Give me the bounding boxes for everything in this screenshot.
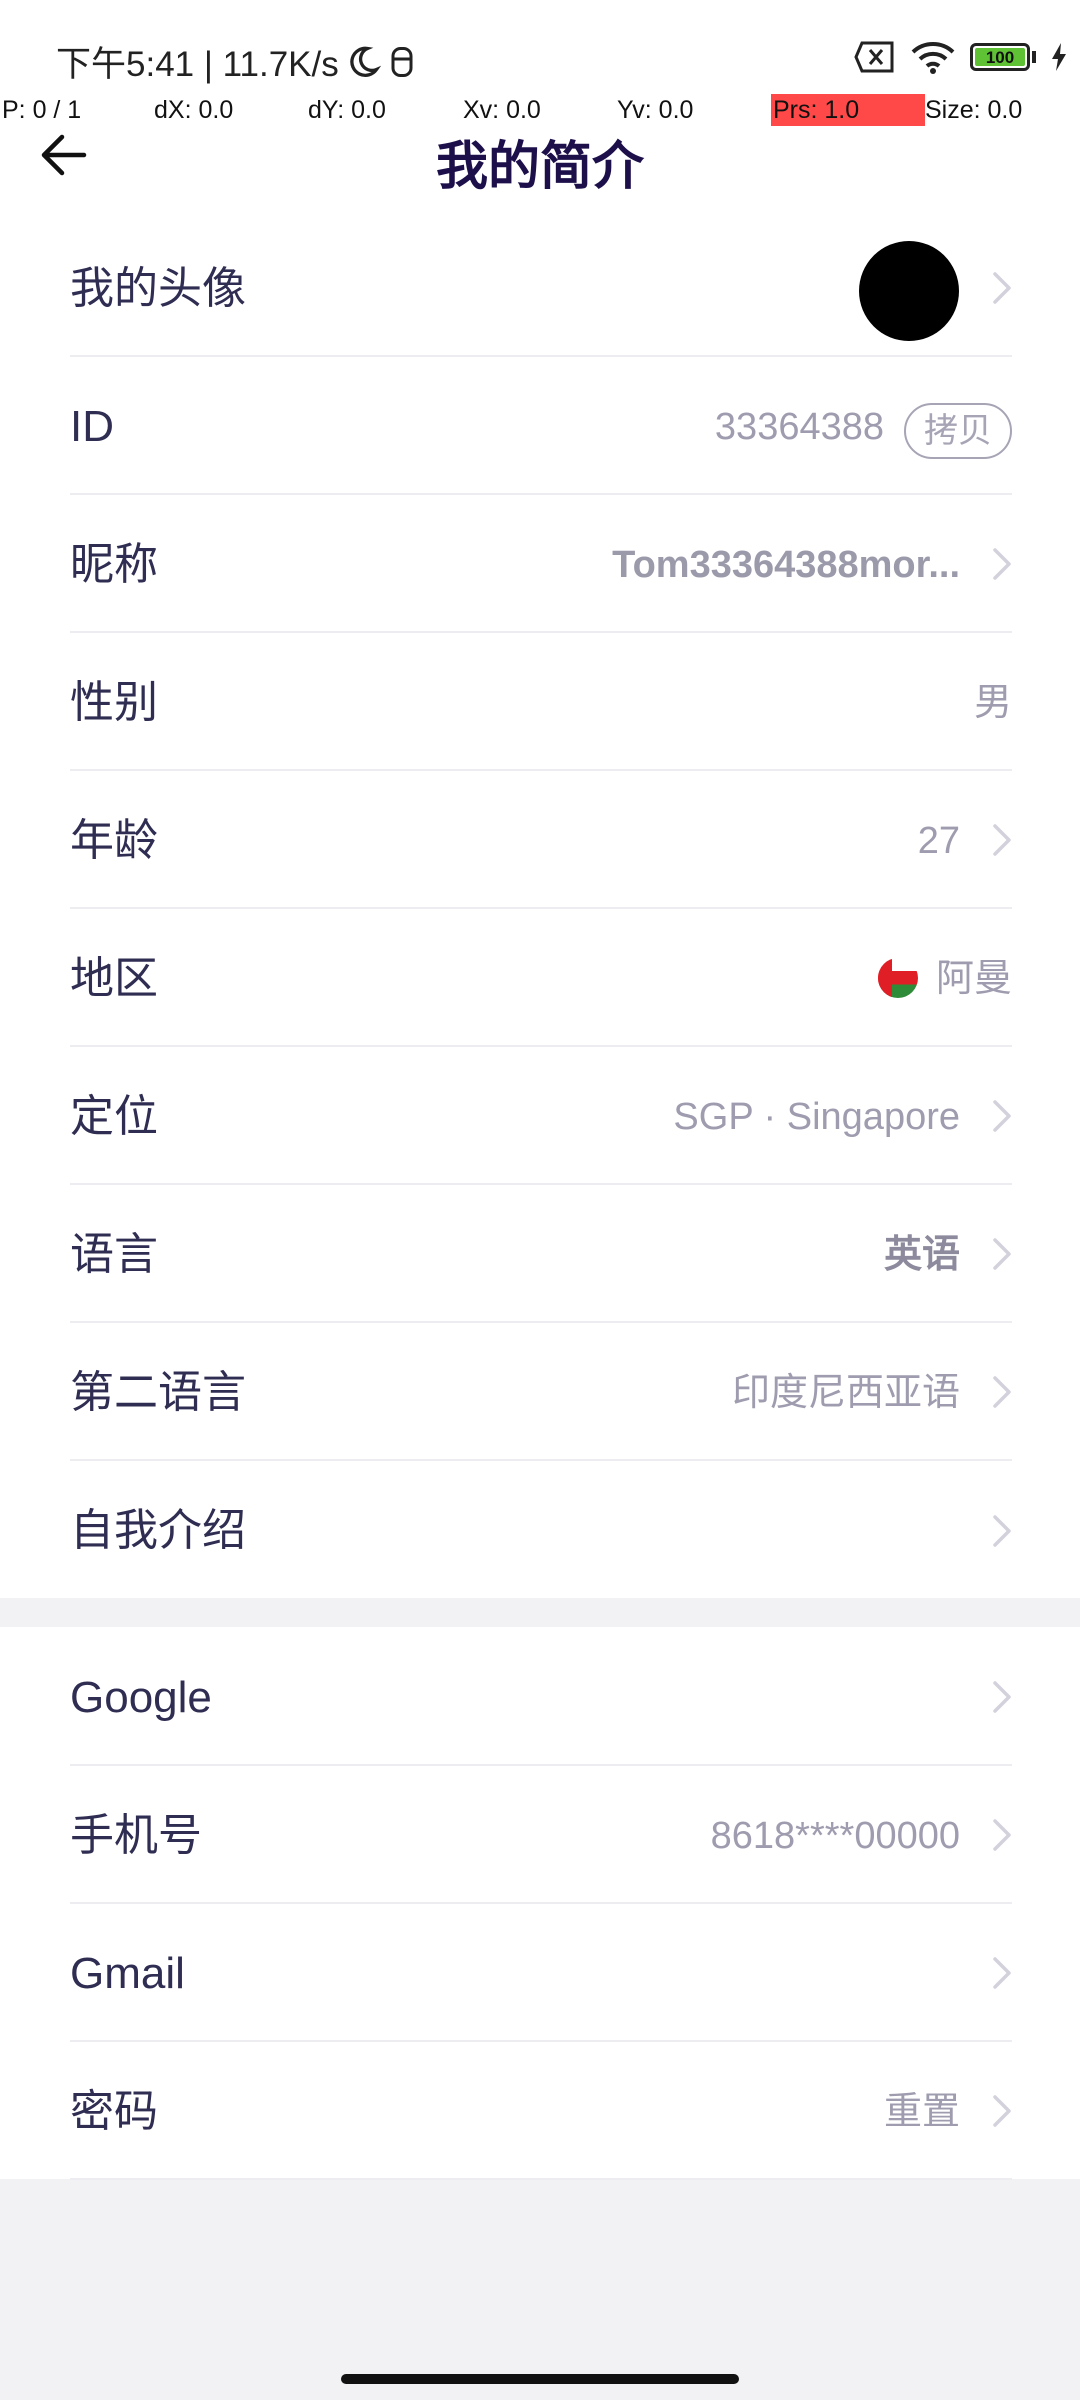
row-language[interactable]: 语言 英语	[70, 1187, 1012, 1323]
phone-label: 手机号	[70, 1811, 202, 1860]
id-value: 33364388	[714, 406, 884, 448]
region-value-wrap: 阿曼	[877, 911, 1012, 1047]
self-intro-label: 自我介绍	[70, 1506, 246, 1555]
row-location[interactable]: 定位 SGP · Singapore	[70, 1049, 1012, 1185]
region-label: 地区	[70, 954, 158, 1003]
chevron-right-icon	[993, 1681, 1011, 1713]
chevron-right-icon	[993, 1100, 1011, 1132]
google-label: Google	[70, 1673, 212, 1722]
nickname-label: 昵称	[70, 540, 158, 589]
moon-icon	[350, 46, 381, 77]
charging-icon	[1052, 43, 1066, 71]
debug-p: P: 0 / 1	[2, 96, 82, 124]
chevron-right-icon	[993, 1376, 1011, 1408]
debug-dy: dY: 0.0	[308, 96, 386, 124]
location-label: 定位	[70, 1092, 158, 1141]
phone-value: 8618****00000	[710, 1815, 960, 1857]
gender-label: 性别	[70, 678, 158, 727]
gender-value: 男	[973, 682, 1012, 724]
row-password[interactable]: 密码 重置	[70, 2044, 1012, 2180]
gmail-label: Gmail	[70, 1949, 185, 1998]
chevron-right-icon	[993, 2095, 1011, 2127]
debug-size: Size: 0.0	[925, 96, 1023, 124]
row-nickname[interactable]: 昵称 Tom33364388mor...	[70, 497, 1012, 633]
pointer-debug-overlay: P: 0 / 1 dX: 0.0 dY: 0.0 Xv: 0.0 Yv: 0.0…	[0, 94, 1080, 126]
status-time-speed: 下午5:41 | 11.7K/s	[56, 45, 339, 84]
status-left: 下午5:41 | 11.7K/s	[56, 36, 417, 87]
row-region: 地区 阿曼	[70, 911, 1012, 1047]
password-value: 重置	[883, 2091, 960, 2133]
row-id: ID 33364388 拷贝	[70, 359, 1012, 495]
second-language-label: 第二语言	[70, 1368, 246, 1417]
row-gender: 性别 男	[70, 635, 1012, 771]
notification-icon	[391, 46, 413, 77]
row-second-language[interactable]: 第二语言 印度尼西亚语	[70, 1325, 1012, 1461]
battery-tip	[1032, 51, 1036, 63]
row-self-intro[interactable]: 自我介绍	[70, 1463, 1012, 1599]
sim-off-icon	[854, 41, 894, 73]
page-title: 我的简介	[435, 138, 644, 196]
avatar[interactable]	[859, 241, 959, 341]
chevron-right-icon	[993, 548, 1011, 580]
status-right: 100	[854, 40, 1068, 74]
status-bar: 下午5:41 | 11.7K/s 100	[0, 0, 1080, 100]
row-phone[interactable]: 手机号 8618****00000	[70, 1768, 1012, 1904]
region-value: 阿曼	[935, 958, 1012, 1000]
chevron-right-icon	[993, 272, 1011, 304]
battery-icon: 100	[970, 43, 1030, 71]
age-label: 年龄	[70, 816, 158, 865]
chevron-right-icon	[993, 1819, 1011, 1851]
chevron-right-icon	[993, 824, 1011, 856]
password-label: 密码	[70, 2087, 158, 2136]
location-value: SGP · Singapore	[673, 1096, 960, 1138]
row-avatar[interactable]: 我的头像	[70, 221, 1012, 357]
row-gmail[interactable]: Gmail	[70, 1906, 1012, 2042]
battery-level: 100	[975, 48, 1025, 67]
debug-xv: Xv: 0.0	[463, 96, 541, 124]
chevron-right-icon	[993, 1957, 1011, 1989]
id-label: ID	[70, 402, 114, 451]
language-label: 语言	[70, 1230, 158, 1279]
debug-dx: dX: 0.0	[154, 96, 234, 124]
row-google[interactable]: Google	[70, 1630, 1012, 1766]
debug-prs: Prs: 1.0	[771, 94, 925, 126]
row-age[interactable]: 年龄 27	[70, 773, 1012, 909]
copy-button[interactable]: 拷贝	[904, 403, 1012, 459]
wifi-icon	[911, 42, 955, 74]
home-indicator[interactable]	[341, 2374, 739, 2384]
chevron-right-icon	[993, 1238, 1011, 1270]
language-value: 英语	[883, 1234, 960, 1276]
second-language-value: 印度尼西亚语	[731, 1372, 960, 1414]
chevron-right-icon	[993, 1515, 1011, 1547]
oman-flag-icon	[877, 957, 918, 998]
nickname-value: Tom33364388mor...	[612, 544, 960, 586]
avatar-label: 我的头像	[70, 264, 246, 313]
age-value: 27	[917, 820, 960, 862]
debug-yv: Yv: 0.0	[617, 96, 694, 124]
